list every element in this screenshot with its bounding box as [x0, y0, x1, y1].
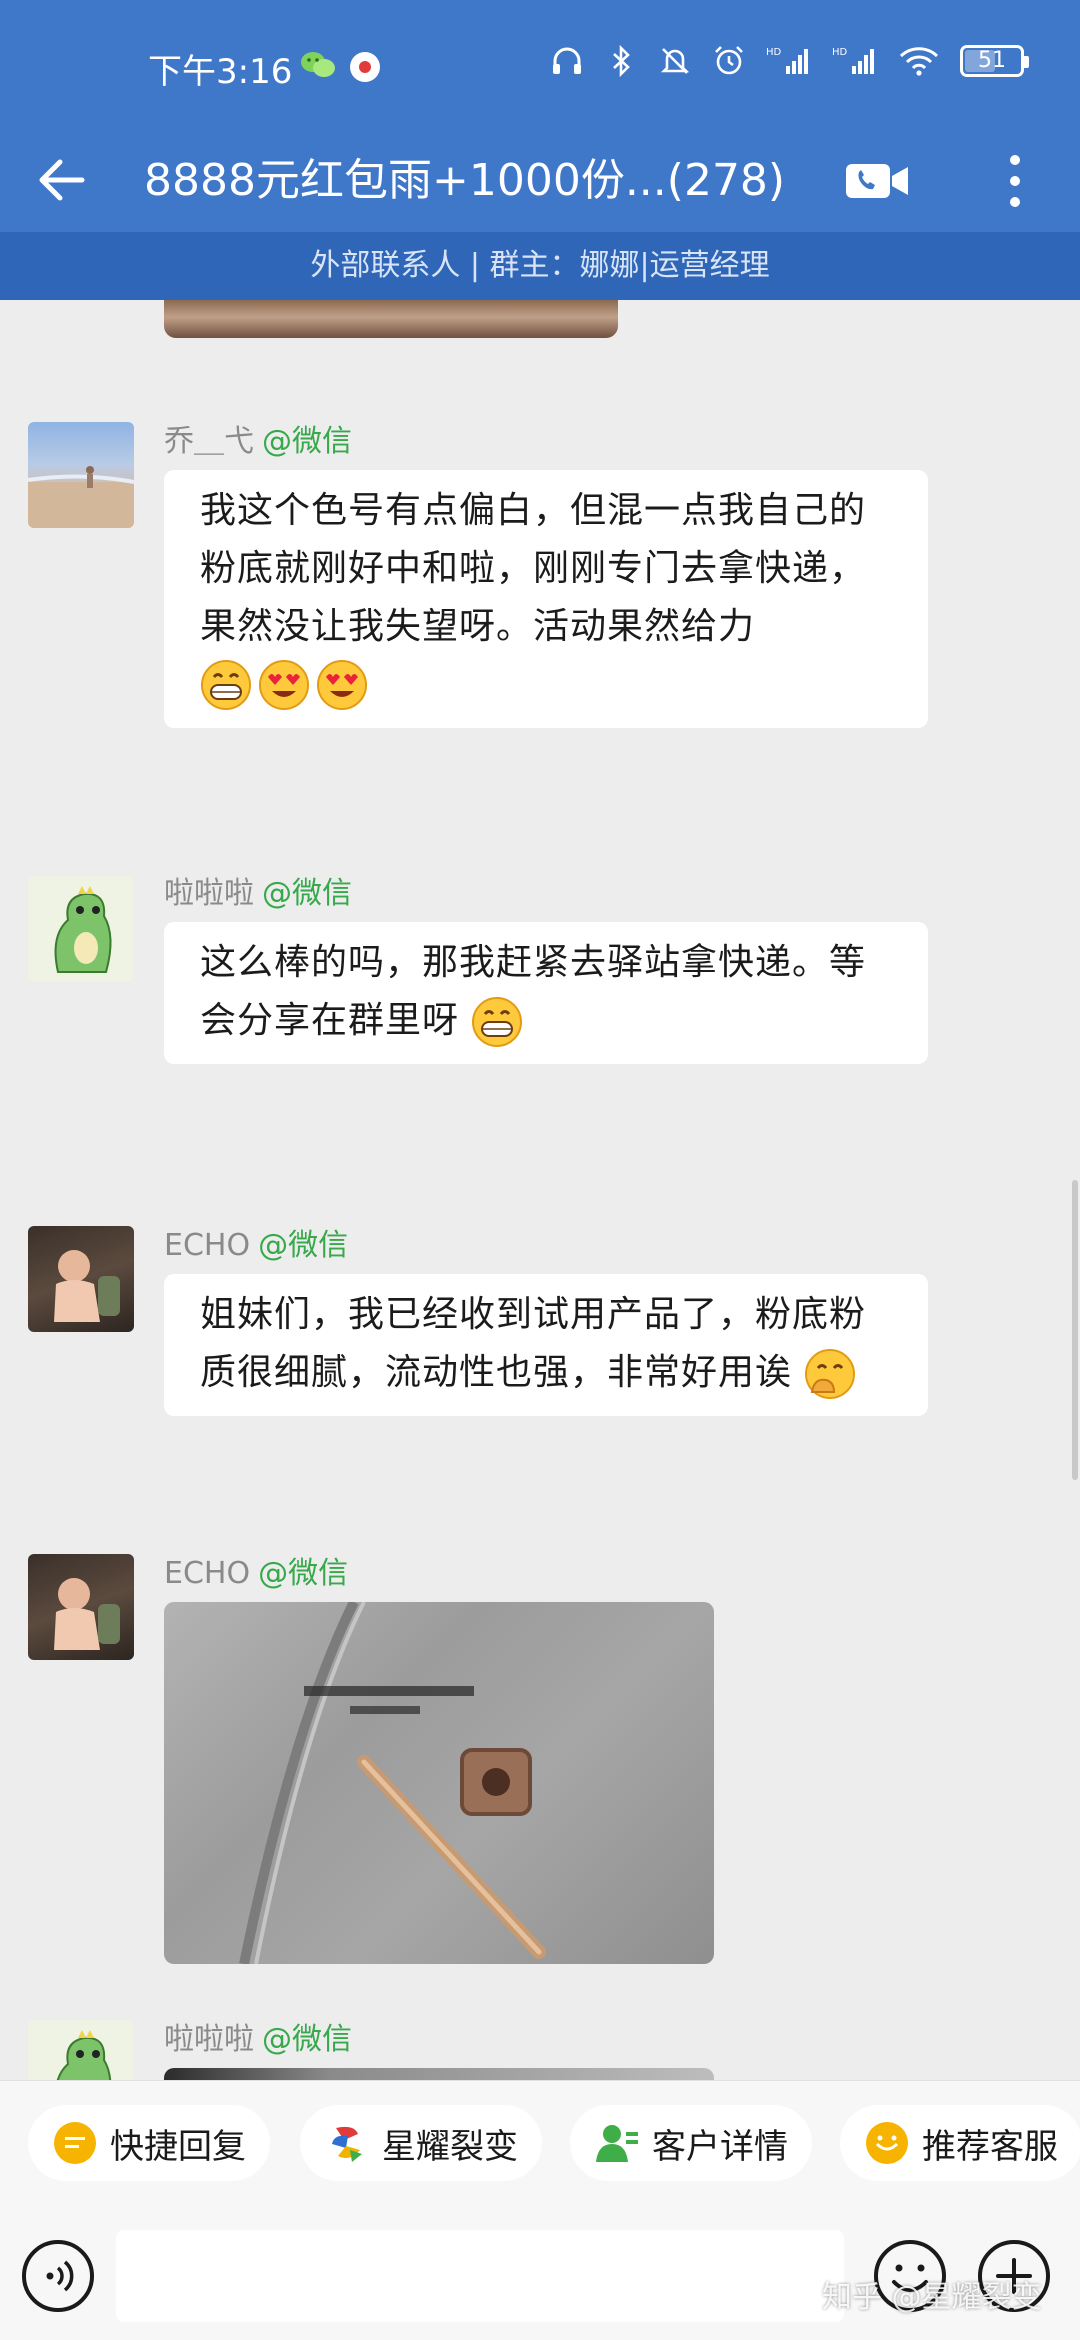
emoji-row	[200, 656, 892, 714]
customer-icon	[596, 2125, 638, 2162]
video-call-icon[interactable]	[842, 152, 914, 208]
sender-name: 乔＿弋	[164, 424, 254, 459]
xingyao-liebian-button[interactable]: 星耀裂变	[300, 2105, 542, 2181]
sender-name: 啦啦啦	[164, 876, 254, 911]
image-message[interactable]	[164, 1602, 714, 1964]
sender-line: ECHO @微信	[164, 1548, 348, 1592]
sender-source-tag: @微信	[258, 1556, 349, 1591]
avatar[interactable]	[28, 876, 134, 982]
svg-text:HD: HD	[766, 47, 782, 58]
more-options-icon[interactable]	[990, 144, 1040, 218]
battery-icon: 51	[960, 45, 1029, 77]
quick-reply-icon	[54, 2122, 96, 2164]
chat-title: 8888元红包雨+1000份...(278)	[144, 155, 786, 206]
grin-emoji	[201, 660, 251, 710]
status-bar: 下午3:16 HD HD 51	[0, 0, 1080, 130]
xingyao-liebian-label: 星耀裂变	[382, 2126, 518, 2167]
bluetooth-icon	[613, 44, 630, 78]
brand-logo-icon	[332, 2126, 362, 2162]
sender-name: 啦啦啦	[164, 2022, 254, 2057]
scrollbar[interactable]	[1072, 1180, 1078, 1480]
group-info-bar[interactable]: 外部联系人 | 群主：娜娜|运营经理	[0, 232, 1080, 300]
sender-line: ECHO @微信	[164, 1220, 348, 1264]
dinosaur-avatar-icon	[56, 2030, 112, 2080]
watermark: 知乎 @星耀裂变	[822, 2280, 1042, 2315]
grin-emoji	[472, 997, 523, 1047]
quick-action-bar: 快捷回复 星耀裂变 客户详情 推荐客服	[0, 2080, 1080, 2210]
mute-bell-icon	[660, 48, 690, 74]
image-message[interactable]	[164, 2068, 714, 2080]
avatar[interactable]	[28, 2020, 134, 2080]
sender-source-tag: @微信	[258, 1228, 349, 1263]
dinosaur-avatar-icon	[54, 886, 112, 973]
wechat-icon	[301, 52, 335, 77]
product-photo-icon	[239, 1602, 546, 1964]
sender-line: 啦啦啦 @微信	[164, 2014, 352, 2058]
quick-reply-button[interactable]: 快捷回复	[28, 2105, 270, 2181]
avatar[interactable]	[28, 1226, 134, 1332]
message-bubble[interactable]: 姐妹们，我已经收到试用产品了，粉底粉质很细腻，流动性也强，非常好用诶	[164, 1274, 928, 1416]
status-icons: HD HD 51	[550, 44, 1029, 78]
previous-image-message[interactable]	[164, 300, 618, 338]
quick-reply-label: 快捷回复	[110, 2126, 246, 2167]
alarm-icon	[715, 46, 743, 75]
customer-details-button[interactable]: 客户详情	[570, 2105, 812, 2181]
message-text: 这么棒的吗，那我赶紧去驿站拿快递。等会分享在群里呀	[200, 942, 867, 1041]
chat-header: 8888元红包雨+1000份...(278)	[0, 130, 1080, 232]
voice-input-icon[interactable]	[20, 2238, 96, 2314]
sender-source-tag: @微信	[262, 876, 352, 911]
battery-level-text: 51	[978, 48, 1006, 73]
baby-photo-avatar-icon	[54, 1250, 120, 1322]
beach-photo-avatar-icon	[28, 466, 134, 528]
baby-photo-avatar-icon	[54, 1578, 120, 1650]
hd-signal-icon: HD	[766, 47, 808, 74]
service-icon	[866, 2122, 908, 2164]
chat-message-list[interactable]: 乔＿弋 @微信 我这个色号有点偏白，但混一点我自己的粉底就刚好中和啦，刚刚专门去拿…	[0, 300, 1080, 2080]
avatar[interactable]	[28, 1554, 134, 1660]
recommend-service-label: 推荐客服	[922, 2126, 1058, 2167]
message-input[interactable]	[116, 2230, 844, 2322]
avatar[interactable]	[28, 422, 134, 528]
message-text: 我这个色号有点偏白，但混一点我自己的粉底就刚好中和啦，刚刚专门去拿快递，果然没让…	[200, 490, 867, 647]
message-bubble[interactable]: 我这个色号有点偏白，但混一点我自己的粉底就刚好中和啦，刚刚专门去拿快递，果然没让…	[164, 470, 928, 728]
sender-name: ECHO	[164, 1556, 251, 1591]
customer-details-label: 客户详情	[652, 2126, 788, 2167]
back-arrow-icon[interactable]	[30, 148, 94, 212]
headphones-icon	[553, 47, 581, 74]
hand-over-mouth-emoji	[805, 1349, 856, 1399]
status-time: 下午3:16	[148, 52, 293, 92]
svg-text:HD: HD	[832, 47, 848, 58]
sender-line: 啦啦啦 @微信	[164, 868, 352, 912]
recommend-service-button[interactable]: 推荐客服	[840, 2105, 1080, 2181]
record-icon	[350, 52, 380, 82]
wifi-icon	[899, 47, 939, 76]
message-bubble[interactable]: 这么棒的吗，那我赶紧去驿站拿快递。等会分享在群里呀	[164, 922, 928, 1064]
heart-eyes-emoji	[259, 660, 309, 710]
sender-source-tag: @微信	[262, 2022, 352, 2057]
sender-source-tag: @微信	[262, 424, 352, 459]
heart-eyes-emoji	[317, 660, 367, 710]
sender-line: 乔＿弋 @微信	[164, 416, 352, 460]
sender-name: ECHO	[164, 1228, 251, 1263]
hd-signal-icon: HD	[832, 47, 874, 74]
message-text: 姐妹们，我已经收到试用产品了，粉底粉质很细腻，流动性也强，非常好用诶	[200, 1294, 867, 1393]
